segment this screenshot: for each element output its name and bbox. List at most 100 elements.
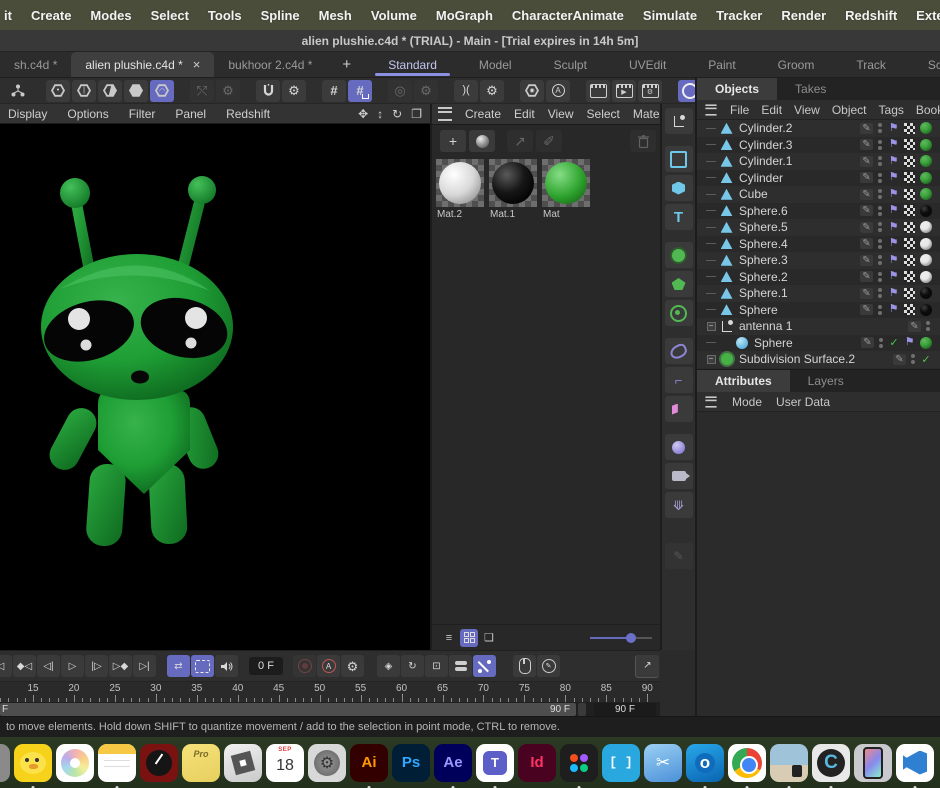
record-button[interactable]: [293, 655, 316, 677]
key-position-button[interactable]: ◈: [377, 655, 400, 677]
dock-app-cyberduck[interactable]: [14, 744, 52, 782]
om-menu-view[interactable]: View: [794, 103, 820, 117]
object-row[interactable]: Cylinder✎⚑: [697, 170, 940, 187]
pick-material-button[interactable]: ✐: [536, 130, 562, 152]
material-tag[interactable]: [919, 287, 932, 299]
goto-start-button[interactable]: ◁: [0, 655, 12, 677]
dock-app-system-settings[interactable]: ⚙: [308, 744, 346, 782]
material-size-slider[interactable]: [590, 632, 652, 644]
panel-tab-attributes[interactable]: Attributes: [697, 370, 790, 392]
material-tag[interactable]: [919, 155, 932, 167]
dock-app-snip[interactable]: ✂: [644, 744, 682, 782]
sidetool-camera-tool[interactable]: [665, 463, 693, 489]
dock-app-pro-notes[interactable]: Pro: [182, 744, 220, 782]
dock-app-iphone-mirroring[interactable]: [854, 744, 892, 782]
coordinates-settings-button[interactable]: ⚙: [216, 80, 240, 102]
record-brush-button[interactable]: ✎: [537, 655, 560, 677]
expander-icon[interactable]: −: [707, 322, 716, 331]
material-tag[interactable]: [919, 304, 932, 316]
sidetool-edit-disabled-tool[interactable]: ✎: [665, 543, 693, 569]
dock-app-clipped-left[interactable]: [0, 744, 10, 782]
layout-tab-sculpt[interactable]: Sculpt: [533, 52, 608, 77]
menubar-item-edit-clipped[interactable]: it: [4, 8, 12, 23]
material-thumbnail[interactable]: Mat.2: [436, 159, 484, 222]
attribute-menu-icon[interactable]: [705, 396, 716, 407]
object-row[interactable]: Sphere.6✎⚑: [697, 203, 940, 220]
visibility-dots[interactable]: [926, 321, 930, 331]
material-tag[interactable]: [919, 254, 932, 266]
edit-toggle-icon[interactable]: ✎: [860, 271, 873, 282]
render-view-button[interactable]: [586, 80, 610, 102]
menubar-item-mesh[interactable]: Mesh: [319, 8, 352, 23]
am-menu-user-data[interactable]: User Data: [776, 395, 830, 409]
material-menu-create[interactable]: Create: [465, 107, 501, 121]
snap-settings-button[interactable]: ⚙: [282, 80, 306, 102]
target-button[interactable]: ◎: [388, 80, 412, 102]
goto-end-button[interactable]: ▷|: [133, 655, 156, 677]
phong-tag[interactable]: ⚑: [887, 304, 900, 315]
phong-tag[interactable]: ⚑: [887, 288, 900, 299]
am-menu-mode[interactable]: Mode: [732, 395, 762, 409]
object-row[interactable]: Sphere.2✎⚑: [697, 269, 940, 286]
document-tab[interactable]: sh.c4d *: [0, 52, 71, 77]
phong-tag[interactable]: ⚑: [887, 189, 900, 200]
material-menu-view[interactable]: View: [548, 107, 574, 121]
next-frame-button[interactable]: |▷: [85, 655, 108, 677]
visibility-dots[interactable]: [878, 206, 882, 216]
sidetool-generator-tool[interactable]: [665, 300, 693, 326]
dock-app-vscode[interactable]: [896, 744, 934, 782]
range-handle[interactable]: [578, 703, 586, 716]
phong-tag[interactable]: ⚑: [887, 238, 900, 249]
uvw-tag[interactable]: [903, 189, 916, 200]
object-row[interactable]: −Subdivision Surface.2✎✓: [697, 351, 940, 368]
visibility-dots[interactable]: [878, 123, 882, 133]
uvw-tag[interactable]: [903, 205, 916, 216]
edit-toggle-icon[interactable]: ✎: [908, 321, 921, 332]
scene-hierarchy-button[interactable]: [6, 80, 30, 102]
menubar-item-extensions[interactable]: Extensions: [916, 8, 940, 23]
object-row[interactable]: Sphere.1✎⚑: [697, 285, 940, 302]
key-scale-button[interactable]: ⊡: [425, 655, 448, 677]
panel-tab-takes[interactable]: Takes: [777, 78, 844, 100]
layout-tab-model[interactable]: Model: [458, 52, 533, 77]
visibility-dots[interactable]: [878, 255, 882, 265]
sidetool-text-object-tool[interactable]: T: [665, 204, 693, 230]
no-keyframe-button[interactable]: [473, 655, 496, 677]
uvw-tag[interactable]: [903, 255, 916, 266]
keyframe-settings-button[interactable]: ⚙: [341, 655, 364, 677]
apply-material-button[interactable]: ↗: [507, 130, 533, 152]
object-row[interactable]: Sphere.4✎⚑: [697, 236, 940, 253]
render-settings-button[interactable]: ⚙: [638, 80, 662, 102]
layout-tab-track[interactable]: Track: [835, 52, 907, 77]
edit-toggle-icon[interactable]: ✎: [861, 337, 874, 348]
play-mode-button[interactable]: [191, 655, 214, 677]
dock-app-roblox[interactable]: [224, 744, 262, 782]
phong-tag[interactable]: ⚑: [887, 222, 900, 233]
menubar-item-spline[interactable]: Spline: [261, 8, 300, 23]
edit-toggle-icon[interactable]: ✎: [860, 189, 873, 200]
previous-frame-button[interactable]: ◁|: [37, 655, 60, 677]
material-grid-view-button[interactable]: [460, 629, 478, 647]
dolly-icon[interactable]: ↕: [377, 107, 383, 121]
viewport-menu-options[interactable]: Options: [67, 107, 108, 121]
material-menu-icon[interactable]: [438, 107, 452, 121]
material-list-view-button[interactable]: ≡: [440, 629, 458, 647]
material-compact-view-button[interactable]: ❏: [480, 629, 498, 647]
material-menu-select[interactable]: Select: [587, 107, 620, 121]
sidetool-array-generator-tool[interactable]: [665, 271, 693, 297]
material-thumbnail[interactable]: Mat: [542, 159, 590, 222]
material-ball-button[interactable]: [469, 130, 495, 152]
object-row[interactable]: −antenna 1✎: [697, 318, 940, 335]
viewport-menu-redshift[interactable]: Redshift: [226, 107, 270, 121]
sidetool-axis-tool[interactable]: ⌐: [665, 367, 693, 393]
render-to-picture-viewer-button[interactable]: ▶: [612, 80, 636, 102]
layout-tab-paint[interactable]: Paint: [687, 52, 756, 77]
auto-mode-button[interactable]: A: [546, 80, 570, 102]
sidetool-deformer-tool[interactable]: [665, 338, 693, 364]
viewport-solo-button[interactable]: ◉: [520, 80, 544, 102]
material-tag[interactable]: [919, 221, 932, 233]
viewport-render[interactable]: [0, 124, 430, 650]
panel-tab-layers[interactable]: Layers: [790, 370, 862, 392]
menubar-item-mograph[interactable]: MoGraph: [436, 8, 493, 23]
menubar-item-create[interactable]: Create: [31, 8, 71, 23]
